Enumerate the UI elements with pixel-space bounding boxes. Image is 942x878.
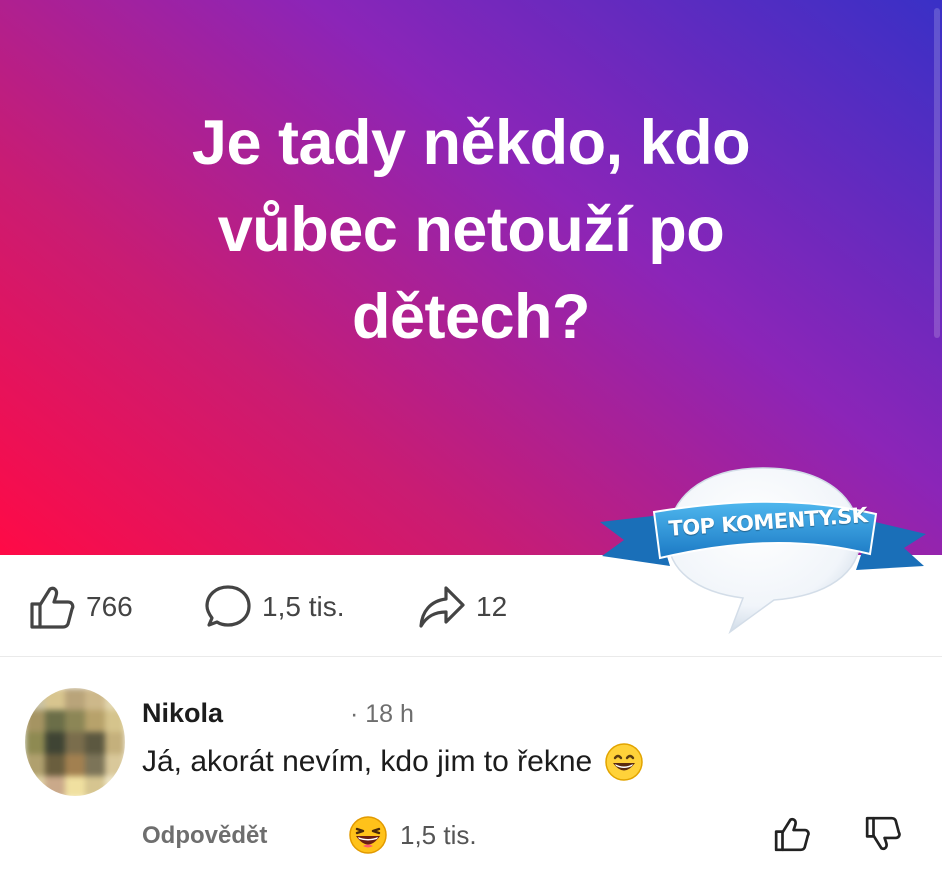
comment-author[interactable]: Nikola bbox=[142, 698, 223, 729]
reply-button[interactable]: Odpovědět bbox=[142, 822, 267, 850]
reaction-count: 1,5 tis. bbox=[400, 819, 477, 850]
comment-count: 1,5 tis. bbox=[262, 591, 345, 622]
comment-dislike-button[interactable] bbox=[864, 814, 902, 859]
like-count: 766 bbox=[86, 591, 133, 622]
grinning-face-icon bbox=[605, 743, 643, 781]
post-headline: Je tady někdo, kdo vůbec netouží po děte… bbox=[0, 100, 942, 361]
divider bbox=[0, 656, 942, 657]
avatar[interactable] bbox=[25, 688, 125, 796]
headline-line-1: Je tady někdo, kdo bbox=[191, 108, 751, 178]
share-count: 12 bbox=[476, 591, 508, 622]
thumb-down-icon bbox=[865, 816, 901, 851]
share-arrow-icon bbox=[419, 586, 465, 628]
comment-text: Já, akorát nevím, kdo jim to řekne bbox=[142, 745, 593, 778]
comment-like-button[interactable] bbox=[773, 814, 811, 859]
post-actions-bar: 766 1,5 tis. 12 bbox=[0, 580, 600, 634]
comment-bubble-icon bbox=[205, 585, 251, 627]
reaction-summary[interactable]: 1,5 tis. bbox=[348, 815, 477, 855]
headline-line-3: dětech? bbox=[351, 282, 591, 352]
comment-timestamp: · 18 h bbox=[350, 700, 414, 728]
laughing-face-icon bbox=[349, 816, 387, 854]
share-button[interactable]: 12 bbox=[418, 580, 507, 634]
headline-line-2: vůbec netouží po bbox=[217, 195, 725, 265]
pixelated-avatar-image bbox=[25, 688, 125, 796]
topkomenty-watermark: TOP KOMENTY.SK bbox=[598, 462, 928, 635]
thumb-up-icon bbox=[30, 586, 75, 629]
comment-button[interactable]: 1,5 tis. bbox=[204, 580, 344, 634]
comment-text-row: Já, akorát nevím, kdo jim to řekne bbox=[142, 742, 644, 782]
thumb-up-icon bbox=[774, 817, 810, 852]
speech-bubble-logo-icon bbox=[600, 467, 926, 635]
like-button[interactable]: 766 bbox=[28, 580, 133, 634]
